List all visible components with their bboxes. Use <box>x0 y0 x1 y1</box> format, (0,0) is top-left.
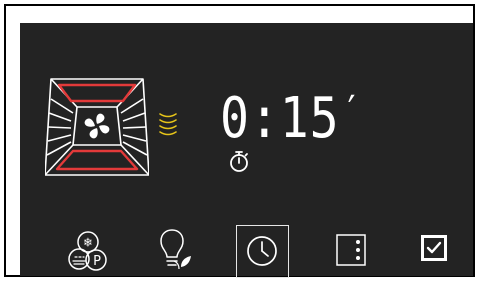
timer-button[interactable] <box>236 225 289 278</box>
oven-light-button[interactable] <box>157 229 193 273</box>
vertical-dots-icon <box>336 234 366 266</box>
defrost-proof-mode-button[interactable]: ❄ P <box>67 229 109 273</box>
oven-screen: 0 : 15 ′ ❄ P <box>20 23 473 278</box>
lamp-eco-icon <box>160 229 191 270</box>
steam-waves-icon <box>157 110 179 138</box>
defrost-proof-mode-icon: ❄ P <box>68 231 107 271</box>
menu-button[interactable] <box>333 232 369 268</box>
clock-icon <box>247 236 277 266</box>
oven-cavity-fan-icon <box>44 71 150 179</box>
proof-label: P <box>93 254 101 269</box>
stopwatch-icon <box>228 149 250 173</box>
timer-seconds: 15 <box>279 86 340 151</box>
checkmark-icon <box>421 235 447 261</box>
oven-display-frame: 0 : 15 ′ ❄ P <box>4 4 475 278</box>
timer-minutes: 0 <box>220 86 250 151</box>
timer-unit-mark: ′ <box>341 88 363 134</box>
confirm-button[interactable] <box>418 232 450 264</box>
timer-separator: : <box>249 86 280 151</box>
snowflake-label: ❄ <box>83 236 93 250</box>
timer-display: 0 : 15 ′ <box>220 91 363 151</box>
